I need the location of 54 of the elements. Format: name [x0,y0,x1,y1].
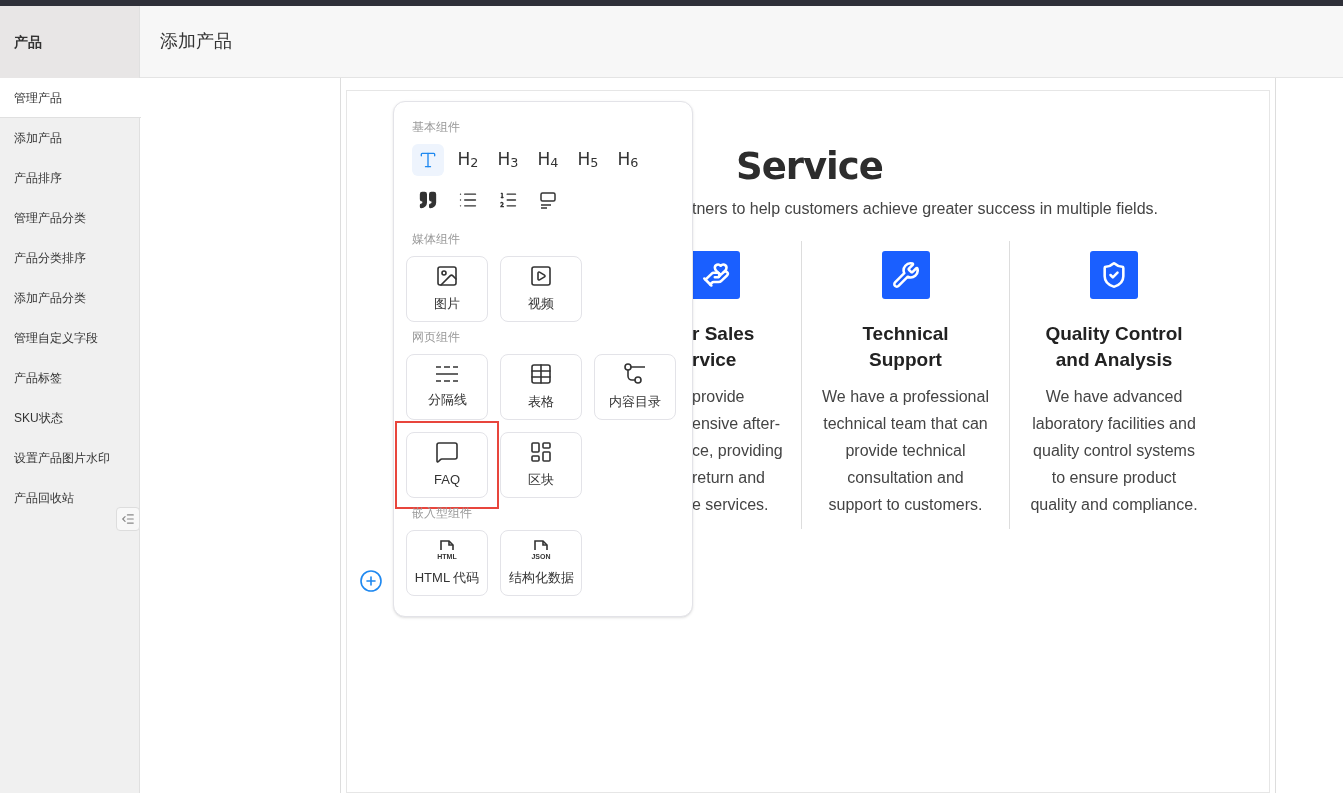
image-icon [435,264,459,289]
section-subtitle: tners to help customers achieve greater success in multiple fields. [692,199,1159,219]
sidebar-item[interactable]: 产品标签 [0,358,139,398]
card-title: Technical Support [862,322,949,372]
section-heading: Service [735,145,884,189]
card-title: r Sales rvice [692,322,755,372]
card-description: provide ensive after- ce, providing return and e services. [692,387,783,515]
grid-icon [529,362,553,387]
quote-icon [418,190,438,210]
card-description: We have advanced laboratory facilities and quality control systems to ensure product quality and compliance. [1030,387,1198,515]
wrench-icon [891,261,920,289]
component-tile[interactable]: 分隔线 [406,354,488,420]
heading-button[interactable]: H$_{5}$ [572,144,604,176]
sidebar-item[interactable]: 管理产品 [0,78,141,118]
section-label: 嵌入型组件 [411,505,473,522]
add-block-button[interactable] [359,569,383,593]
section-label: 网页组件 [411,329,461,346]
sidebar-item[interactable]: 管理自定义字段 [0,318,139,358]
sidebar-item[interactable]: 添加产品 [0,118,139,158]
dashed-lines-icon [434,364,460,385]
card-title: Quality Control and Analysis [1045,322,1183,372]
section-label: 基本组件 [411,119,461,136]
heading-button[interactable]: H$_{3}$ [492,144,524,176]
callout-icon [538,190,558,210]
heading-button[interactable]: H$_{2}$ [452,144,484,176]
heading-button[interactable]: H$_{6}$ [612,144,644,176]
card-description: We have a professional technical team that can provide technical consultation and support to customers. [822,387,989,515]
outdent-icon [121,512,135,526]
heading-button[interactable]: H$_{4}$ [532,144,564,176]
component-tile[interactable]: 表格 [500,354,582,420]
shield-icon [1100,261,1128,289]
sidebar-item[interactable]: SKU状态 [0,398,139,438]
sidebar-item[interactable]: 添加产品分类 [0,278,139,318]
sidebar-item[interactable]: 管理产品分类 [0,198,139,238]
component-tile[interactable]: 图片 [406,256,488,322]
numbered-list-icon [498,190,518,210]
plus-icon [359,569,383,593]
component-tile[interactable]: 内容目录 [594,354,676,420]
section-label: 媒体组件 [411,231,461,248]
branch-icon [622,362,648,387]
play-icon [529,264,553,289]
component-tile[interactable]: FAQ [406,432,488,498]
chat-icon [435,440,459,465]
page-title: 添加产品 [160,30,232,53]
sidebar-title: 产品 [14,32,42,52]
sidebar-item[interactable]: 产品分类排序 [0,238,139,278]
text-icon [418,150,438,170]
sidebar-item[interactable]: 产品回收站 [0,478,139,518]
sidebar-item[interactable]: 产品排序 [0,158,139,198]
layout-icon [529,440,553,465]
component-tile[interactable]: 视频 [500,256,582,322]
sidebar-item[interactable]: 设置产品图片水印 [0,438,139,478]
component-tile[interactable]: 区块 [500,432,582,498]
hand-heart-icon [702,261,730,289]
